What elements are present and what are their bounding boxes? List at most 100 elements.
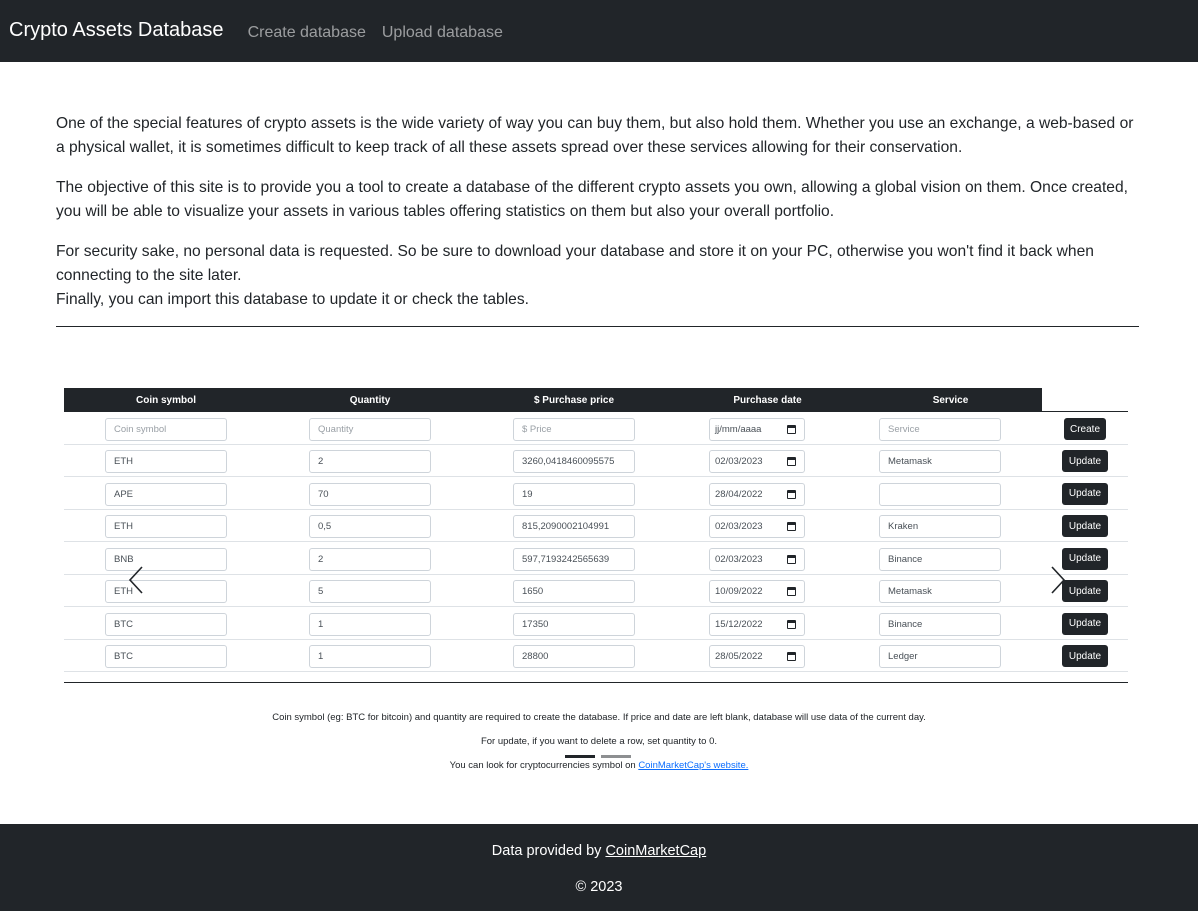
- calendar-icon[interactable]: [787, 457, 796, 466]
- update-button[interactable]: Update: [1062, 612, 1108, 635]
- calendar-icon[interactable]: [787, 652, 796, 661]
- price-field[interactable]: 1650: [513, 580, 635, 603]
- table-row: APE 70 19 28/04/2022 Update: [64, 478, 1128, 510]
- table-row: BTC 1 17350 15/12/2022 Binance Update: [64, 608, 1128, 640]
- carousel-next-icon[interactable]: [1050, 565, 1066, 595]
- service-field[interactable]: Metamask: [879, 450, 1001, 473]
- update-button[interactable]: Update: [1062, 482, 1108, 505]
- calendar-icon[interactable]: [787, 587, 796, 596]
- coin-symbol-field[interactable]: ETH: [105, 515, 227, 538]
- footer-credit: Data provided by CoinMarketCap: [0, 843, 1198, 859]
- price-field-value: 1650: [522, 586, 544, 597]
- purchase-date-field[interactable]: 15/12/2022: [709, 612, 805, 636]
- intro-paragraph-3a: For security sake, no personal data is r…: [56, 243, 1094, 284]
- table-header: Coin symbol Quantity $ Purchase price Pu…: [64, 388, 1042, 412]
- price-field[interactable]: 17350: [513, 612, 635, 636]
- price-input-value: $ Price: [522, 424, 552, 435]
- coin-symbol-field[interactable]: BNB: [105, 547, 227, 571]
- create-button[interactable]: Create: [1064, 418, 1106, 440]
- note-symbol-lookup: You can look for cryptocurrencies symbol…: [0, 760, 1198, 771]
- header-purchase-date: Purchase date: [733, 394, 802, 406]
- price-field[interactable]: 3260,0418460095575: [513, 450, 635, 473]
- purchase-date-input[interactable]: jj/mm/aaaa: [709, 418, 805, 441]
- service-field[interactable]: Kraken: [879, 515, 1001, 538]
- update-button[interactable]: Update: [1062, 515, 1108, 537]
- purchase-date-field-value: 02/03/2023: [715, 553, 763, 565]
- intro-paragraph-1: One of the special features of crypto as…: [56, 115, 1134, 156]
- price-input[interactable]: $ Price: [513, 418, 635, 441]
- service-field[interactable]: [879, 482, 1001, 506]
- update-button[interactable]: Update: [1062, 580, 1108, 602]
- price-field-value: 19: [522, 488, 533, 500]
- purchase-date-field[interactable]: 28/05/2022: [709, 645, 805, 668]
- quantity-field-value: 2: [318, 456, 324, 467]
- coin-symbol-field[interactable]: ETH: [105, 450, 227, 473]
- service-field-value: Metamask: [888, 456, 932, 467]
- purchase-date-field[interactable]: 10/09/2022: [709, 580, 805, 603]
- note-required-fields: Coin symbol (eg: BTC for bitcoin) and qu…: [272, 712, 926, 723]
- service-input[interactable]: Service: [879, 418, 1001, 441]
- table-row: ETH 5 1650 10/09/2022 Metamask Update: [64, 575, 1128, 607]
- table-row: BNB 2 597,7193242565639 02/03/2023 Binance Up…: [64, 543, 1128, 575]
- coin-symbol-field[interactable]: APE: [105, 482, 227, 506]
- divider: [56, 326, 1139, 327]
- header-quantity: Quantity: [349, 394, 391, 406]
- purchase-date-field[interactable]: 02/03/2023: [709, 547, 805, 571]
- carousel-prev-icon[interactable]: [128, 565, 144, 595]
- price-field[interactable]: 19: [513, 482, 635, 506]
- service-field[interactable]: Ledger: [879, 645, 1001, 668]
- quantity-field-value: 5: [318, 586, 324, 597]
- intro-text: One of the special features of crypto as…: [56, 112, 1142, 312]
- coin-symbol-field-value: ETH: [114, 456, 133, 467]
- purchase-date-field[interactable]: 02/03/2023: [709, 515, 805, 538]
- carousel-indicator-1[interactable]: [565, 755, 595, 758]
- header-coin-symbol: Coin symbol: [135, 394, 196, 406]
- coin-symbol-field-value: BTC: [114, 618, 133, 630]
- footer-copyright: © 2023: [575, 879, 623, 895]
- update-button[interactable]: Update: [1062, 645, 1108, 667]
- service-field[interactable]: Binance: [879, 612, 1001, 636]
- update-button[interactable]: Update: [1062, 547, 1108, 570]
- note-symbol-lookup-text: You can look for cryptocurrencies symbol…: [449, 760, 639, 771]
- quantity-field[interactable]: 0,5: [309, 515, 431, 538]
- brand-title[interactable]: Crypto Assets Database: [9, 19, 224, 42]
- carousel-indicator-2[interactable]: [601, 755, 631, 758]
- price-field-value: 17350: [522, 618, 549, 630]
- calendar-icon[interactable]: [787, 489, 796, 499]
- service-field-value: Ledger: [888, 651, 918, 662]
- quantity-field[interactable]: 1: [309, 645, 431, 668]
- coin-symbol-input[interactable]: Coin symbol: [105, 418, 227, 441]
- quantity-field[interactable]: 70: [309, 482, 431, 506]
- note-delete-row: For update, if you want to delete a row,…: [480, 736, 718, 747]
- coinmarketcap-website-link[interactable]: CoinMarketCap's website.: [638, 760, 748, 771]
- quantity-field[interactable]: 2: [309, 547, 431, 571]
- calendar-icon[interactable]: [787, 554, 796, 564]
- coin-symbol-field[interactable]: BTC: [105, 645, 227, 668]
- nav-link-upload-database[interactable]: Upload database: [382, 24, 503, 42]
- intro-paragraph-3: For security sake, no personal data is r…: [56, 240, 1142, 312]
- quantity-field[interactable]: 5: [309, 580, 431, 603]
- table-row: BTC 1 28800 28/05/2022 Ledger Update: [64, 640, 1128, 672]
- service-field[interactable]: Binance: [879, 547, 1001, 571]
- coin-symbol-field[interactable]: ETH: [105, 580, 227, 603]
- purchase-date-field[interactable]: 28/04/2022: [709, 482, 805, 506]
- price-field[interactable]: 815,2090002104991: [513, 515, 635, 538]
- calendar-icon[interactable]: [787, 522, 796, 531]
- footer-coinmarketcap-link[interactable]: CoinMarketCap: [605, 843, 706, 859]
- table-row: ETH 2 3260,0418460095575 02/03/2023 Metamask…: [64, 445, 1128, 477]
- price-field[interactable]: 28800: [513, 645, 635, 668]
- quantity-input-value: Quantity: [318, 424, 354, 435]
- purchase-date-field[interactable]: 02/03/2023: [709, 450, 805, 473]
- calendar-icon[interactable]: [787, 425, 796, 434]
- update-button[interactable]: Update: [1062, 450, 1108, 472]
- price-field[interactable]: 597,7193242565639: [513, 547, 635, 571]
- quantity-input[interactable]: Quantity: [309, 418, 431, 441]
- quantity-field[interactable]: 2: [309, 450, 431, 473]
- nav-link-create-database[interactable]: Create database: [248, 24, 366, 42]
- calendar-icon[interactable]: [787, 619, 796, 629]
- service-field[interactable]: Metamask: [879, 580, 1001, 603]
- coin-symbol-field[interactable]: BTC: [105, 612, 227, 636]
- assets-carousel: Coin symbol Quantity $ Purchase price Pu…: [64, 388, 1128, 688]
- quantity-field[interactable]: 1: [309, 612, 431, 636]
- service-field-value: Binance: [888, 553, 923, 565]
